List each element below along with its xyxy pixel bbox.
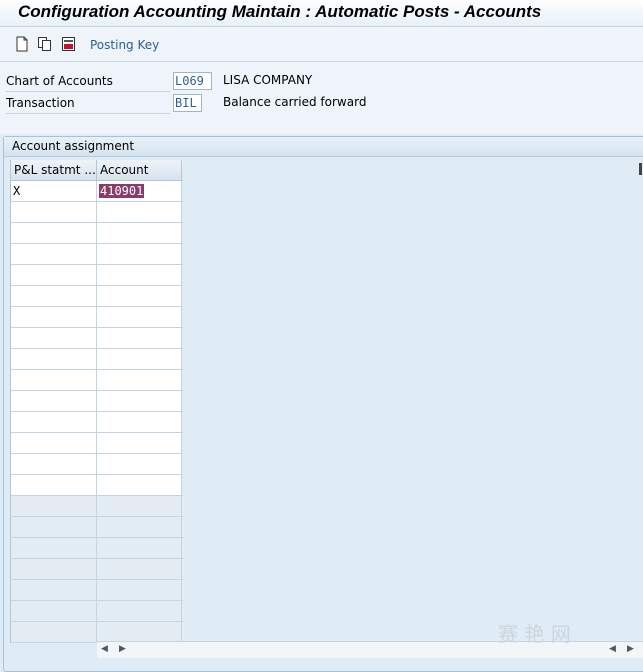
delete-icon[interactable] (61, 36, 77, 52)
account-cell[interactable] (97, 538, 182, 558)
pl-statement-cell[interactable] (11, 244, 97, 264)
application-toolbar: Posting Key (0, 27, 643, 62)
table-row[interactable] (11, 286, 183, 307)
transaction-field[interactable]: BIL (173, 94, 202, 112)
pl-statement-cell[interactable] (11, 454, 97, 474)
scroll-left-end-icon[interactable]: ◀ (609, 644, 616, 654)
pl-statement-cell[interactable] (11, 202, 97, 222)
new-document-icon[interactable] (14, 36, 30, 52)
account-cell[interactable] (97, 580, 182, 600)
account-value-selected[interactable]: 410901 (99, 184, 145, 198)
pl-statement-cell[interactable] (11, 517, 97, 537)
table-row[interactable] (11, 622, 183, 643)
table-row[interactable] (11, 601, 183, 622)
account-cell[interactable] (97, 391, 182, 411)
watermark: 赛 艳 网 (498, 622, 571, 646)
account-assignment-table: P&L statmt ... Account X 410901 (10, 160, 183, 643)
account-cell[interactable] (97, 559, 182, 579)
column-header-account[interactable]: Account (97, 160, 182, 180)
account-cell[interactable] (97, 454, 182, 474)
account-cell[interactable] (97, 517, 182, 537)
account-cell[interactable] (97, 622, 182, 642)
account-cell[interactable] (97, 475, 182, 495)
pl-statement-cell[interactable] (11, 412, 97, 432)
pl-statement-cell[interactable] (11, 559, 97, 579)
chart-of-accounts-label: Chart of Accounts (6, 72, 170, 92)
table-row[interactable] (11, 559, 183, 580)
pl-statement-cell[interactable] (11, 286, 97, 306)
account-cell[interactable] (97, 433, 182, 453)
table-row[interactable] (11, 496, 183, 517)
chart-of-accounts-description: LISA COMPANY (223, 73, 313, 87)
table-row[interactable] (11, 202, 183, 223)
pl-statement-cell[interactable] (11, 496, 97, 516)
table-row[interactable] (11, 475, 183, 496)
table-row[interactable] (11, 454, 183, 475)
group-title: Account assignment (12, 139, 135, 153)
table-header: P&L statmt ... Account (11, 160, 183, 181)
account-cell[interactable]: 410901 (97, 181, 182, 201)
pl-statement-cell[interactable] (11, 349, 97, 369)
account-cell[interactable] (97, 412, 182, 432)
pl-statement-cell[interactable] (11, 223, 97, 243)
pl-statement-cell[interactable] (11, 622, 97, 642)
pl-statement-cell[interactable] (11, 475, 97, 495)
transaction-description: Balance carried forward (223, 95, 367, 109)
scroll-right-icon[interactable]: ▶ (119, 644, 126, 654)
table-row[interactable] (11, 223, 183, 244)
table-row[interactable] (11, 538, 183, 559)
column-header-pl-statement[interactable]: P&L statmt ... (11, 160, 97, 180)
table-row[interactable] (11, 580, 183, 601)
account-cell[interactable] (97, 265, 182, 285)
account-cell[interactable] (97, 202, 182, 222)
pl-statement-cell[interactable] (11, 391, 97, 411)
account-cell[interactable] (97, 328, 182, 348)
chart-of-accounts-field[interactable]: L069 (173, 72, 212, 90)
pl-statement-cell[interactable] (11, 580, 97, 600)
table-row[interactable] (11, 265, 183, 286)
transaction-label: Transaction (6, 94, 170, 114)
copy-icon[interactable] (37, 36, 53, 52)
account-cell[interactable] (97, 349, 182, 369)
table-row[interactable] (11, 433, 183, 454)
table-row[interactable] (11, 349, 183, 370)
table-row[interactable] (11, 412, 183, 433)
table-row[interactable] (11, 370, 183, 391)
pl-statement-cell[interactable] (11, 370, 97, 390)
account-cell[interactable] (97, 223, 182, 243)
table-row[interactable] (11, 328, 183, 349)
posting-key-button[interactable]: Posting Key (90, 38, 159, 52)
pl-statement-cell[interactable] (11, 307, 97, 327)
pl-statement-cell[interactable]: X (11, 181, 97, 201)
title-bar: Configuration Accounting Maintain : Auto… (0, 0, 643, 27)
header-fields: Chart of Accounts L069 LISA COMPANY Tran… (0, 62, 643, 134)
splitter-handle[interactable] (639, 163, 642, 175)
empty-rows (11, 202, 183, 643)
table-row[interactable] (11, 307, 183, 328)
table-row[interactable]: X 410901 (11, 181, 183, 202)
pl-statement-cell[interactable] (11, 538, 97, 558)
table-row[interactable] (11, 244, 183, 265)
account-cell[interactable] (97, 244, 182, 264)
account-cell[interactable] (97, 307, 182, 327)
scroll-right-end-icon[interactable]: ▶ (627, 644, 634, 654)
pl-statement-cell[interactable] (11, 265, 97, 285)
group-title-bar: Account assignment (4, 137, 643, 157)
scroll-left-icon[interactable]: ◀ (101, 644, 108, 654)
account-cell[interactable] (97, 370, 182, 390)
account-cell[interactable] (97, 286, 182, 306)
account-cell[interactable] (97, 601, 182, 621)
table-row[interactable] (11, 517, 183, 538)
pl-statement-cell[interactable] (11, 433, 97, 453)
pl-statement-cell[interactable] (11, 601, 97, 621)
table-row[interactable] (11, 391, 183, 412)
account-cell[interactable] (97, 496, 182, 516)
window-title: Configuration Accounting Maintain : Auto… (18, 2, 542, 21)
pl-statement-cell[interactable] (11, 328, 97, 348)
